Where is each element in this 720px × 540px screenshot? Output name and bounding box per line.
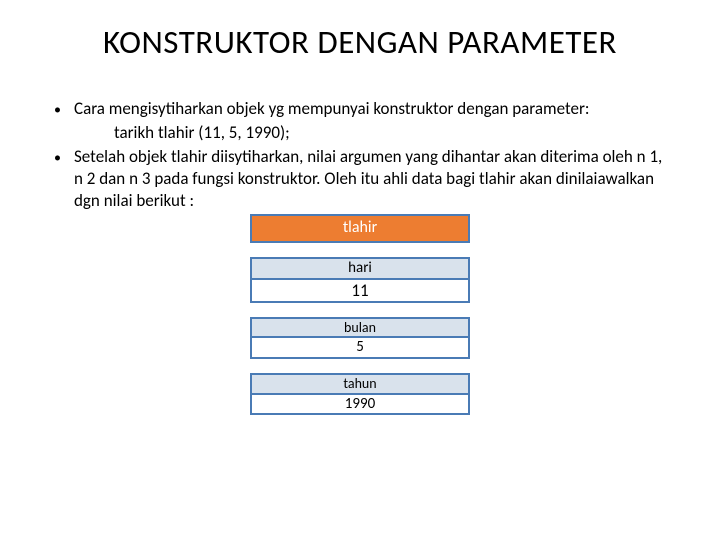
object-name-box: tlahir <box>250 214 470 242</box>
bullet-text: Cara mengisytiharkan objek yg mempunyai … <box>74 98 670 120</box>
field-value: 1990 <box>252 395 468 414</box>
field-box-bulan: bulan 5 <box>250 317 470 359</box>
bullet-dot <box>50 98 74 120</box>
bullet-indent: tarikh tlahir (11, 5, 1990); <box>50 122 670 144</box>
field-box-hari: hari 11 <box>250 257 470 303</box>
bullet-text: Setelah objek tlahir diisytiharkan, nila… <box>74 146 670 212</box>
field-label: tahun <box>252 375 468 395</box>
field-value: 11 <box>252 280 468 301</box>
object-diagram: tlahir hari 11 bulan 5 tahun 1990 <box>0 214 720 415</box>
bullet-list: Cara mengisytiharkan objek yg mempunyai … <box>0 70 720 212</box>
bullet-item: Cara mengisytiharkan objek yg mempunyai … <box>50 98 670 120</box>
bullet-dot <box>50 146 74 212</box>
field-value: 5 <box>252 338 468 357</box>
field-box-tahun: tahun 1990 <box>250 373 470 415</box>
bullet-item: Setelah objek tlahir diisytiharkan, nila… <box>50 146 670 212</box>
field-label: bulan <box>252 319 468 339</box>
slide-title: KONSTRUKTOR DENGAN PARAMETER <box>0 0 720 70</box>
field-label: hari <box>252 259 468 280</box>
